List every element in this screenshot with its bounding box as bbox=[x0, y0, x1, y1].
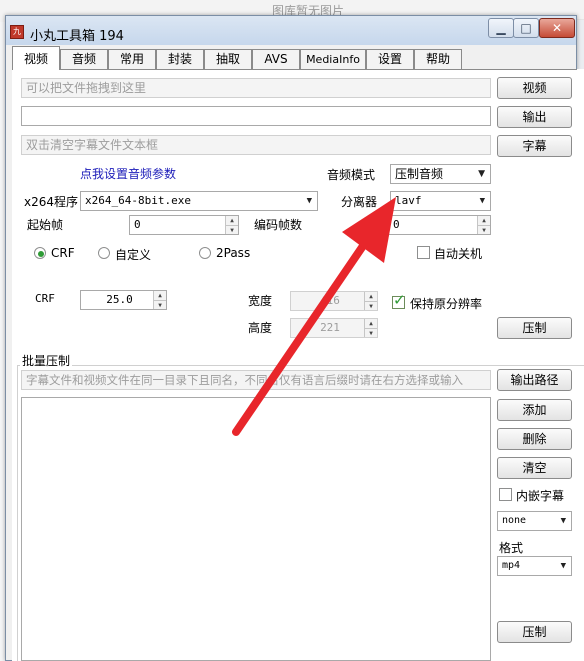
close-icon: ✕ bbox=[551, 21, 563, 35]
demuxer-select[interactable]: lavf ▼ bbox=[390, 191, 491, 211]
tab-mediainfo[interactable]: MediaInfo bbox=[300, 49, 366, 69]
x264-label: x264程序 bbox=[24, 195, 79, 209]
demuxer-label: 分离器 bbox=[341, 195, 378, 209]
keep-resolution-checkbox[interactable]: ✓ bbox=[392, 291, 406, 309]
encode-frames-spinner[interactable]: 0 ▲ ▼ bbox=[388, 215, 491, 235]
add-button[interactable]: 添加 bbox=[497, 399, 572, 421]
batch-hint-field[interactable]: 字幕文件和视频文件在同一目录下且同名，不同名仅有语言后缀时请在右方选择或输入 bbox=[21, 370, 491, 390]
tab-mux[interactable]: 封装 bbox=[156, 49, 204, 69]
chevron-down-icon: ▼ bbox=[306, 196, 312, 206]
spin-down-icon[interactable]: ▼ bbox=[225, 225, 238, 234]
width-value: 416 bbox=[320, 294, 340, 307]
twopass-radio[interactable] bbox=[199, 247, 211, 259]
minimize-button[interactable]: ▁ bbox=[488, 18, 514, 38]
chevron-down-icon: ▼ bbox=[560, 561, 566, 571]
crf-value: 25.0 bbox=[106, 293, 133, 306]
crf-spinner[interactable]: 25.0 ▲ ▼ bbox=[80, 290, 167, 310]
tab-help[interactable]: 帮助 bbox=[414, 49, 462, 69]
x264-select[interactable]: x264_64-8bit.exe ▼ bbox=[80, 191, 318, 211]
video-button[interactable]: 视频 bbox=[497, 77, 572, 99]
spin-up-icon[interactable]: ▲ bbox=[153, 291, 166, 300]
minimize-icon: ▁ bbox=[496, 21, 506, 35]
encode-frames-value: 0 bbox=[393, 218, 400, 231]
crf-radio-label[interactable]: CRF bbox=[51, 246, 75, 260]
batch-encode-button[interactable]: 压制 bbox=[497, 621, 572, 643]
height-value: 221 bbox=[320, 321, 340, 334]
height-spinner[interactable]: 221 ▲ ▼ bbox=[290, 318, 378, 338]
spin-down-icon: ▼ bbox=[364, 301, 377, 310]
audio-mode-select[interactable]: 压制音频 ▼ bbox=[390, 164, 491, 184]
spin-down-icon[interactable]: ▼ bbox=[477, 225, 490, 234]
x264-value: x264_64-8bit.exe bbox=[85, 194, 191, 207]
close-button[interactable]: ✕ bbox=[539, 18, 575, 38]
start-frame-label: 起始帧 bbox=[27, 218, 64, 232]
tab-video[interactable]: 视频 bbox=[12, 46, 60, 70]
encode-frames-label: 编码帧数 bbox=[254, 218, 303, 232]
maximize-icon: □ bbox=[520, 21, 532, 35]
batch-group-title: 批量压制 bbox=[20, 352, 73, 369]
chevron-down-icon: ▼ bbox=[478, 169, 485, 179]
format-value: mp4 bbox=[502, 560, 521, 571]
demuxer-value: lavf bbox=[395, 194, 422, 207]
spin-up-icon: ▲ bbox=[364, 292, 377, 301]
audio-mode-value: 压制音频 bbox=[395, 167, 444, 181]
subtitle-button[interactable]: 字幕 bbox=[497, 135, 572, 157]
audio-settings-link[interactable]: 点我设置音频参数 bbox=[80, 165, 176, 182]
chevron-down-icon: ▼ bbox=[560, 516, 566, 526]
clear-button[interactable]: 清空 bbox=[497, 457, 572, 479]
embed-subtitle-label[interactable]: 内嵌字幕 bbox=[516, 487, 564, 504]
subtitle-field[interactable]: 双击清空字幕文件文本框 bbox=[21, 135, 491, 155]
batch-file-list[interactable] bbox=[21, 397, 491, 661]
auto-shutdown-checkbox[interactable] bbox=[417, 246, 430, 259]
tab-audio[interactable]: 音频 bbox=[60, 49, 108, 69]
app-icon: 九 bbox=[10, 25, 24, 39]
tab-settings[interactable]: 设置 bbox=[366, 49, 414, 69]
height-label: 高度 bbox=[248, 321, 273, 335]
start-frame-spinner[interactable]: 0 ▲ ▼ bbox=[129, 215, 239, 235]
embed-subtitle-checkbox[interactable] bbox=[499, 488, 512, 501]
output-button[interactable]: 输出 bbox=[497, 106, 572, 128]
delete-button[interactable]: 删除 bbox=[497, 428, 572, 450]
keep-resolution-label[interactable]: 保持原分辨率 bbox=[410, 295, 482, 312]
tab-extract[interactable]: 抽取 bbox=[204, 49, 252, 69]
tab-avs[interactable]: AVS bbox=[252, 49, 300, 69]
width-label: 宽度 bbox=[248, 294, 273, 308]
format-label: 格式 bbox=[499, 541, 524, 555]
encode-button[interactable]: 压制 bbox=[497, 317, 572, 339]
tab-strip-line bbox=[12, 69, 577, 70]
output-field[interactable] bbox=[21, 106, 491, 126]
width-spinner[interactable]: 416 ▲ ▼ bbox=[290, 291, 378, 311]
spin-up-icon[interactable]: ▲ bbox=[477, 216, 490, 225]
subtitle-language-value: none bbox=[502, 515, 527, 526]
window-title: 小丸工具箱 194 bbox=[30, 29, 124, 44]
auto-shutdown-label[interactable]: 自动关机 bbox=[434, 245, 482, 262]
crf-radio[interactable] bbox=[34, 247, 46, 259]
start-frame-value: 0 bbox=[134, 218, 141, 231]
spin-down-icon: ▼ bbox=[364, 328, 377, 337]
crf-label: CRF bbox=[35, 292, 55, 305]
custom-radio[interactable] bbox=[98, 247, 110, 259]
maximize-button[interactable]: □ bbox=[513, 18, 539, 38]
subtitle-language-select[interactable]: none ▼ bbox=[497, 511, 572, 531]
spin-up-icon[interactable]: ▲ bbox=[225, 216, 238, 225]
checkmark-icon: ✓ bbox=[393, 291, 406, 309]
tab-common[interactable]: 常用 bbox=[108, 49, 156, 69]
audio-mode-label: 音频模式 bbox=[327, 168, 376, 182]
custom-radio-label[interactable]: 自定义 bbox=[115, 246, 151, 263]
twopass-radio-label[interactable]: 2Pass bbox=[216, 246, 250, 260]
format-select[interactable]: mp4 ▼ bbox=[497, 556, 572, 576]
output-path-button[interactable]: 输出路径 bbox=[497, 369, 572, 391]
chevron-down-icon: ▼ bbox=[479, 196, 485, 206]
spin-up-icon: ▲ bbox=[364, 319, 377, 328]
video-input-field[interactable]: 可以把文件拖拽到这里 bbox=[21, 78, 491, 98]
spin-down-icon[interactable]: ▼ bbox=[153, 300, 166, 309]
